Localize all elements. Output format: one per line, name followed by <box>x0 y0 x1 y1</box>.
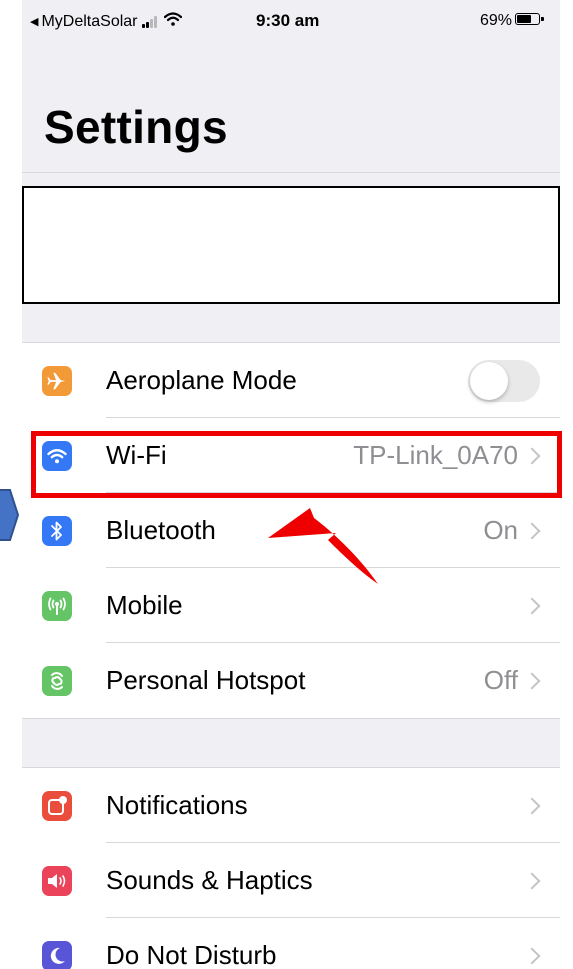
chevron-right-icon <box>523 672 541 689</box>
page-title: Settings <box>44 101 228 153</box>
back-to-app-link[interactable]: ◀ MyDeltaSolar <box>30 12 182 31</box>
pointer-arrow-icon <box>0 489 20 541</box>
settings-row-notifications[interactable]: Notifications <box>22 768 560 843</box>
cellular-signal-icon <box>141 15 158 28</box>
row-label: Mobile <box>106 590 183 620</box>
row-value: Off <box>483 665 518 695</box>
row-label: Aeroplane Mode <box>106 365 297 395</box>
clock: 9:30 am <box>256 11 320 30</box>
settings-row-aeroplane-mode[interactable]: Aeroplane Mode <box>22 343 560 418</box>
chevron-right-icon <box>523 522 541 539</box>
hotspot-icon <box>42 665 72 696</box>
wifi-highlight-box <box>31 431 562 498</box>
status-bar: ◀ MyDeltaSolar 9:30 am 69% <box>22 0 560 42</box>
row-label: Personal Hotspot <box>106 665 306 695</box>
row-label: Bluetooth <box>106 515 216 545</box>
settings-row-personal-hotspot[interactable]: Personal Hotspot Off <box>22 643 560 718</box>
moon-icon <box>42 940 72 969</box>
chevron-right-icon <box>523 947 541 964</box>
back-app-label: MyDeltaSolar <box>41 12 138 30</box>
bluetooth-icon <box>42 515 72 546</box>
row-label: Notifications <box>106 790 248 820</box>
curved-arrow-icon <box>268 508 378 584</box>
battery-icon <box>515 13 544 25</box>
apple-id-profile-redacted[interactable] <box>22 186 560 304</box>
wifi-status-icon <box>163 12 182 31</box>
antenna-icon <box>42 590 72 621</box>
airplane-icon <box>42 365 72 396</box>
settings-row-do-not-disturb[interactable]: Do Not Disturb <box>22 918 560 969</box>
chevron-right-icon <box>523 872 541 889</box>
row-label: Sounds & Haptics <box>106 865 313 895</box>
row-label: Do Not Disturb <box>106 940 277 969</box>
notification-settings-group: Notifications Sounds & Haptics Do Not Dist… <box>22 767 560 969</box>
notifications-icon <box>42 790 72 821</box>
back-triangle-icon: ◀ <box>30 16 39 28</box>
chevron-right-icon <box>523 797 541 814</box>
row-value: On <box>483 515 518 545</box>
divider <box>22 172 560 173</box>
battery-percentage: 69% <box>480 12 513 29</box>
settings-row-sounds-and-haptics[interactable]: Sounds & Haptics <box>22 843 560 918</box>
aeroplane-mode-toggle[interactable] <box>468 359 540 402</box>
speaker-icon <box>42 865 72 896</box>
chevron-right-icon <box>523 597 541 614</box>
